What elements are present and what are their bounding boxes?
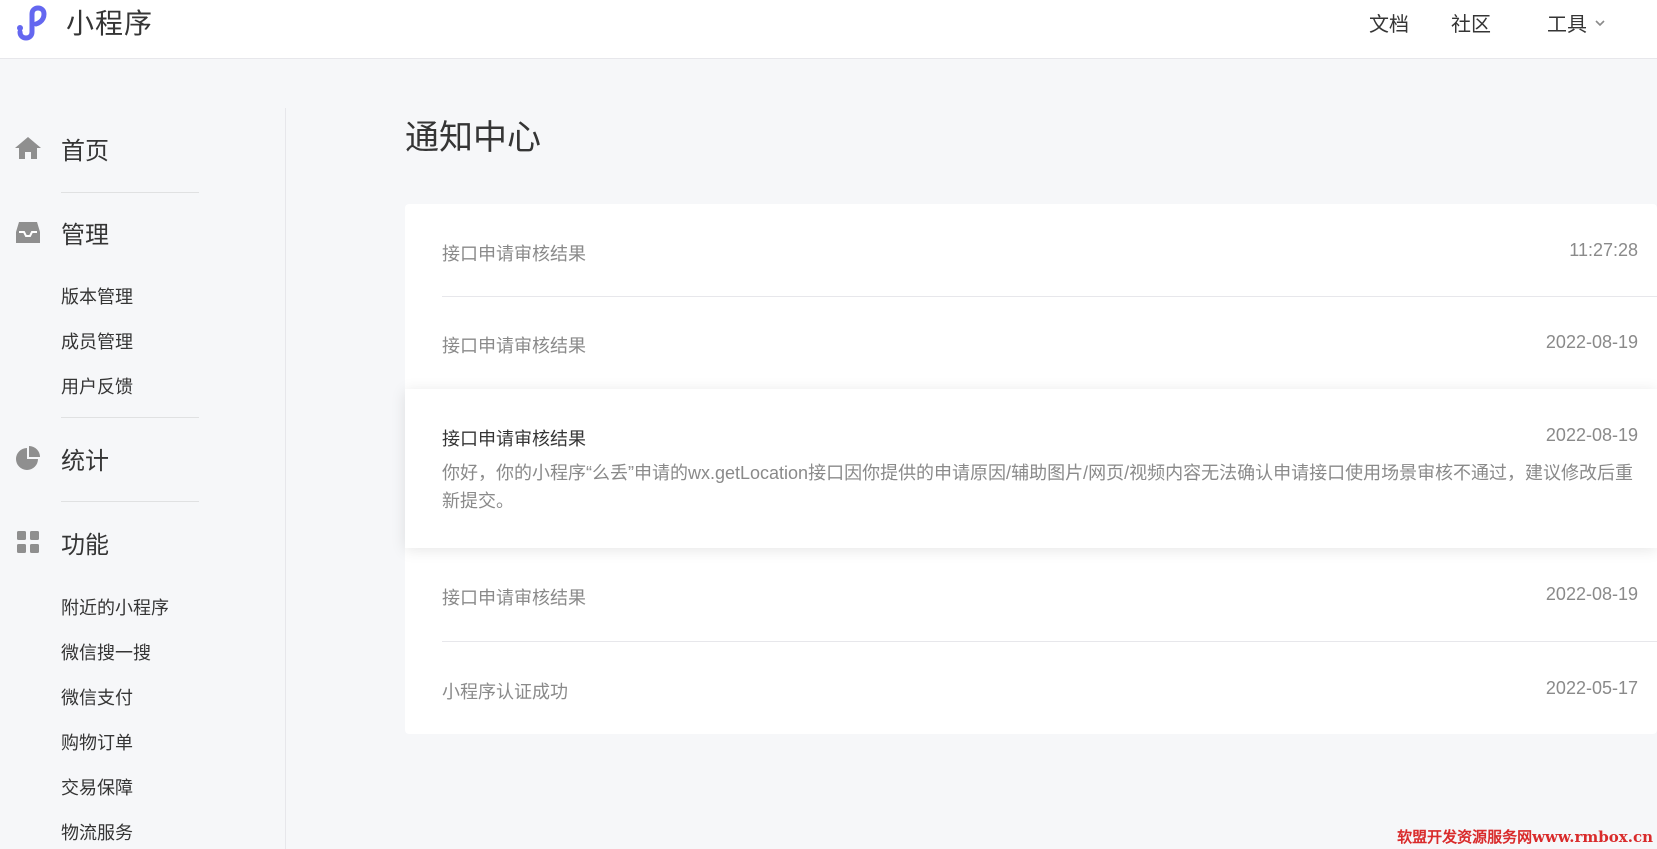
sidebar-subitem-orders[interactable]: 购物订单 xyxy=(61,729,133,755)
watermark: 软盟开发资源服务网www.rmbox.cn xyxy=(1397,828,1653,846)
miniprogram-logo-icon xyxy=(17,5,47,41)
notification-item[interactable]: 接口申请审核结果 2022-08-19 xyxy=(405,548,1657,642)
home-icon xyxy=(15,137,41,159)
notification-title: 接口申请审核结果 xyxy=(442,244,586,264)
grid-icon xyxy=(17,531,39,553)
sidebar-item-stats[interactable]: 统计 xyxy=(14,444,109,475)
notification-title: 小程序认证成功 xyxy=(442,682,568,702)
sidebar-item-features[interactable]: 功能 xyxy=(14,528,109,559)
logo[interactable]: 小程序 xyxy=(14,2,153,42)
nav-community-link[interactable]: 社区 xyxy=(1451,8,1491,37)
sidebar-item-home-label: 首页 xyxy=(61,137,109,165)
app-title: 小程序 xyxy=(66,8,154,39)
sidebar-item-features-label: 功能 xyxy=(61,531,109,559)
notification-list: 接口申请审核结果 11:27:28 接口申请审核结果 2022-08-19 接口… xyxy=(405,204,1657,734)
notification-date: 2022-08-19 xyxy=(1545,584,1638,604)
sidebar-subitem-nearby[interactable]: 附近的小程序 xyxy=(61,594,169,620)
notification-date: 2022-05-17 xyxy=(1545,678,1638,698)
sidebar-item-home[interactable]: 首页 xyxy=(14,134,109,165)
notification-date: 2022-08-19 xyxy=(1545,425,1638,445)
sidebar-subitem-feedback[interactable]: 用户反馈 xyxy=(61,373,133,399)
inbox-icon xyxy=(16,222,40,243)
sidebar-item-manage[interactable]: 管理 xyxy=(14,218,109,249)
nav-docs-link[interactable]: 文档 xyxy=(1369,8,1409,37)
sidebar-divider xyxy=(61,192,199,193)
notification-date: 2022-08-19 xyxy=(1545,332,1638,352)
sidebar-subitem-guarantee[interactable]: 交易保障 xyxy=(61,774,133,800)
sidebar-divider xyxy=(61,501,199,502)
notification-date: 11:27:28 xyxy=(1569,240,1638,260)
sidebar-subitem-logistics[interactable]: 物流服务 xyxy=(61,819,133,845)
sidebar-subitem-pay[interactable]: 微信支付 xyxy=(61,684,133,710)
sidebar-item-manage-label: 管理 xyxy=(61,221,109,249)
page-title: 通知中心 xyxy=(405,119,541,157)
sidebar-divider xyxy=(61,417,199,418)
notification-item[interactable]: 接口申请审核结果 11:27:28 xyxy=(405,204,1657,297)
notification-item[interactable]: 小程序认证成功 2022-05-17 xyxy=(405,642,1657,734)
top-bar: 小程序 文档 社区 工具 xyxy=(0,0,1657,59)
notification-item[interactable]: 接口申请审核结果 2022-08-19 xyxy=(405,297,1657,389)
notification-item-expanded[interactable]: 接口申请审核结果 2022-08-19 你好，你的小程序“么丢”申请的wx.ge… xyxy=(405,389,1657,548)
top-nav: 文档 社区 工具 xyxy=(1369,8,1607,37)
chevron-down-icon xyxy=(1595,19,1605,26)
notification-title: 接口申请审核结果 xyxy=(442,588,586,608)
sidebar-subitem-search[interactable]: 微信搜一搜 xyxy=(61,639,151,665)
notification-body: 你好，你的小程序“么丢”申请的wx.getLocation接口因你提供的申请原因… xyxy=(442,463,1634,511)
nav-tools-dropdown[interactable]: 工具 xyxy=(1547,8,1607,37)
sidebar-subitem-members[interactable]: 成员管理 xyxy=(61,328,133,354)
sidebar-subitem-version[interactable]: 版本管理 xyxy=(61,283,133,309)
pie-chart-icon xyxy=(16,446,40,470)
sidebar-item-stats-label: 统计 xyxy=(61,447,109,475)
notification-title: 接口申请审核结果 xyxy=(442,429,586,449)
sidebar: 首页 管理 版本管理 成员管理 用户反馈 统计 功能 附近的小程序 微信搜一搜 … xyxy=(0,108,286,849)
nav-tools-label: 工具 xyxy=(1547,14,1587,36)
notification-title: 接口申请审核结果 xyxy=(442,336,586,356)
